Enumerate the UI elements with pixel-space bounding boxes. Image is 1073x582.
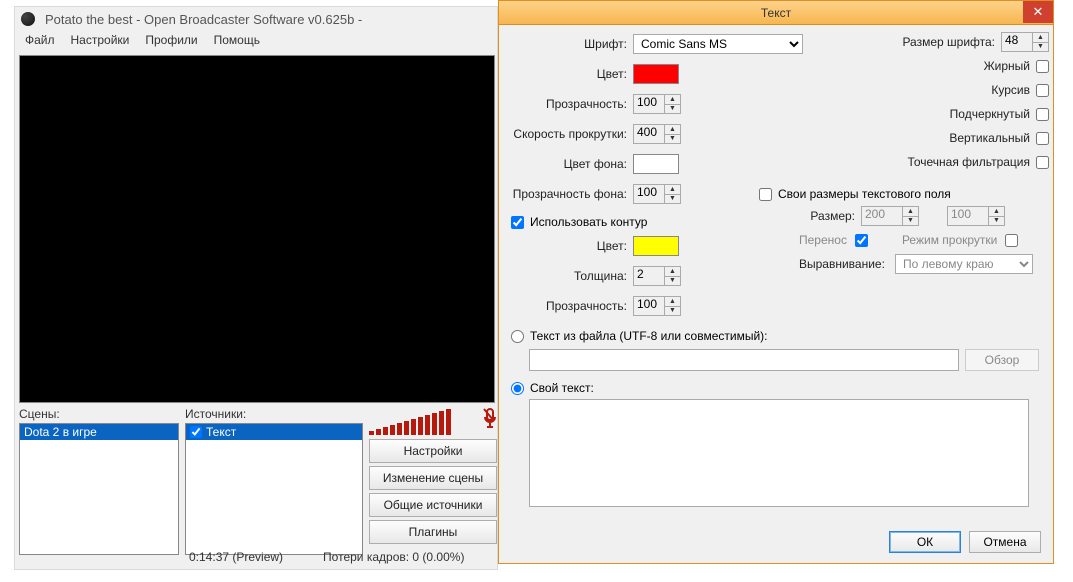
statusbar: 0:14:37 (Preview) Потери кадров: 0 (0.00…: [19, 547, 495, 567]
opacity-spinner[interactable]: 100 ▲▼: [633, 94, 681, 114]
align-label: Выравнивание:: [799, 257, 889, 271]
scroll-speed-spinner[interactable]: 400 ▲▼: [633, 124, 681, 144]
align-select[interactable]: По левому краю: [895, 254, 1033, 274]
cancel-button[interactable]: Отмена: [969, 531, 1041, 553]
global-sources-button[interactable]: Общие источники: [369, 493, 497, 517]
size-w-spinner[interactable]: 200 ▲▼: [861, 206, 919, 226]
vertical-label: Вертикальный: [949, 131, 1030, 145]
ok-button[interactable]: ОК: [889, 531, 961, 553]
text-from-file-label: Текст из файла (UTF-8 или совместимый):: [530, 329, 768, 343]
font-label: Шрифт:: [505, 37, 633, 51]
close-icon[interactable]: ✕: [1023, 1, 1053, 23]
obs-icon: [21, 12, 35, 26]
main-window: Potato the best - Open Broadcaster Softw…: [14, 6, 498, 570]
outline-color-picker[interactable]: [633, 236, 679, 256]
point-filter-checkbox[interactable]: [1036, 156, 1049, 169]
thickness-label: Толщина:: [505, 269, 633, 283]
scroll-mode-label: Режим прокрутки: [902, 233, 997, 247]
app-title: Potato the best - Open Broadcaster Softw…: [45, 12, 362, 27]
sources-panel: Источники: Текст: [185, 407, 363, 555]
mic-icon[interactable]: [481, 407, 499, 429]
outline-color-label: Цвет:: [505, 239, 633, 253]
menu-settings[interactable]: Настройки: [65, 31, 136, 51]
right-controls: Настройки Изменение сцены Общие источник…: [369, 407, 499, 547]
scenes-label: Сцены:: [19, 407, 179, 421]
bg-opacity-label: Прозрачность фона:: [505, 187, 633, 201]
status-drops: Потери кадров: 0 (0.00%): [323, 550, 464, 564]
custom-extents-checkbox[interactable]: [759, 188, 772, 201]
sources-label: Источники:: [185, 407, 363, 421]
text-content-textarea[interactable]: [529, 399, 1029, 507]
underline-label: Подчеркнутый: [950, 107, 1030, 121]
color-label: Цвет:: [505, 67, 633, 81]
menubar: Файл Настройки Профили Помощь: [15, 31, 497, 51]
menu-file[interactable]: Файл: [19, 31, 61, 51]
text-dialog: Текст ✕ Шрифт: Comic Sans MS Цвет: Прозр…: [498, 0, 1054, 564]
edit-scene-button[interactable]: Изменение сцены: [369, 466, 497, 490]
file-path-input[interactable]: [529, 349, 959, 371]
outline-opacity-label: Прозрачность:: [505, 299, 633, 313]
plugins-button[interactable]: Плагины: [369, 520, 497, 544]
italic-checkbox[interactable]: [1036, 84, 1049, 97]
dialog-titlebar: Текст ✕: [499, 1, 1053, 25]
bg-color-picker[interactable]: [633, 154, 679, 174]
menu-profiles[interactable]: Профили: [139, 31, 203, 51]
size-h-spinner[interactable]: 100 ▲▼: [947, 206, 1005, 226]
size-label: Размер:: [799, 209, 855, 223]
font-select[interactable]: Comic Sans MS: [633, 34, 803, 54]
vertical-checkbox[interactable]: [1036, 132, 1049, 145]
scene-item[interactable]: Dota 2 в игре: [20, 424, 178, 440]
text-from-file-radio[interactable]: [511, 330, 524, 343]
bold-label: Жирный: [984, 59, 1030, 73]
own-text-label: Свой текст:: [530, 381, 594, 395]
source-item-label: Текст: [206, 425, 236, 439]
custom-extents-label: Свои размеры текстового поля: [778, 187, 951, 201]
status-time: 0:14:37 (Preview): [189, 550, 283, 564]
italic-label: Курсив: [991, 83, 1030, 97]
wrap-label: Перенос: [799, 233, 847, 247]
preview-area: [19, 55, 495, 403]
font-size-spinner[interactable]: 48 ▲▼: [1001, 32, 1049, 52]
color-picker[interactable]: [633, 64, 679, 84]
scenes-listbox[interactable]: Dota 2 в игре: [19, 423, 179, 555]
bold-checkbox[interactable]: [1036, 60, 1049, 73]
use-outline-checkbox[interactable]: [511, 216, 524, 229]
menu-help[interactable]: Помощь: [208, 31, 266, 51]
source-item-checkbox[interactable]: [190, 426, 202, 438]
opacity-label: Прозрачность:: [505, 97, 633, 111]
bg-color-label: Цвет фона:: [505, 157, 633, 171]
thickness-spinner[interactable]: 2 ▲▼: [633, 266, 681, 286]
use-outline-label: Использовать контур: [530, 215, 647, 229]
bg-opacity-spinner[interactable]: 100 ▲▼: [633, 184, 681, 204]
wrap-checkbox[interactable]: [855, 234, 868, 247]
mic-meter: [369, 407, 499, 435]
source-item[interactable]: Текст: [186, 424, 362, 440]
scenes-panel: Сцены: Dota 2 в игре: [19, 407, 179, 555]
scroll-speed-label: Скорость прокрутки:: [505, 127, 633, 141]
own-text-radio[interactable]: [511, 382, 524, 395]
main-titlebar: Potato the best - Open Broadcaster Softw…: [15, 7, 497, 31]
sources-listbox[interactable]: Текст: [185, 423, 363, 555]
settings-button[interactable]: Настройки: [369, 439, 497, 463]
dialog-title: Текст: [761, 6, 791, 20]
scroll-mode-checkbox[interactable]: [1005, 234, 1018, 247]
browse-button[interactable]: Обзор: [965, 349, 1039, 371]
font-size-label: Размер шрифта:: [902, 35, 995, 49]
underline-checkbox[interactable]: [1036, 108, 1049, 121]
outline-opacity-spinner[interactable]: 100 ▲▼: [633, 296, 681, 316]
point-filter-label: Точечная фильтрация: [907, 155, 1030, 169]
